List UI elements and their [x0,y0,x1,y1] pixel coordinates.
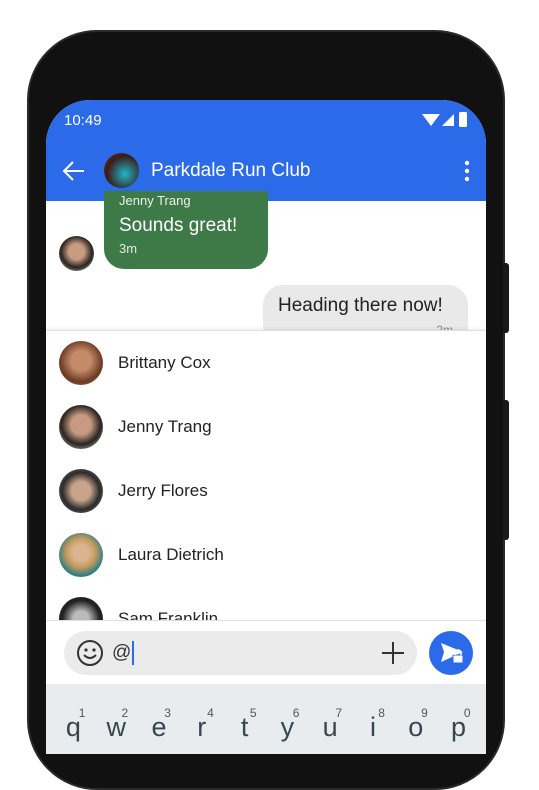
key-r[interactable]: 4r [182,684,222,754]
message-list: Jenny Trang Sounds great! 3m Heading the… [46,191,486,345]
mention-item[interactable]: Jenny Trang [46,395,486,459]
plus-icon[interactable] [381,641,405,665]
key-letter: t [240,712,249,742]
status-time: 10:49 [64,111,102,129]
send-button[interactable] [429,631,473,675]
key-number: 9 [421,706,428,720]
volume-button [503,263,509,333]
key-number: 5 [249,706,257,720]
status-icons [422,112,467,127]
message-input[interactable]: @ [64,631,417,675]
more-vert-icon[interactable] [464,160,470,182]
avatar [59,341,103,385]
message-time: 3m [119,241,138,256]
back-arrow-icon[interactable] [62,159,86,183]
text-caret [132,641,135,665]
signal-icon [442,114,454,126]
avatar [59,405,103,449]
status-bar: 10:49 [46,100,486,140]
mention-suggestions: Brittany Cox Jenny Trang Jerry Flores La… [46,330,486,620]
key-number: 2 [121,706,129,720]
composer-bar: @ [46,620,486,684]
key-number: 3 [164,706,171,720]
avatar [59,597,103,620]
mention-name: Jenny Trang [118,417,212,436]
key-u[interactable]: 7u [310,684,350,754]
message-sender: Jenny Trang [119,193,191,208]
key-number: 1 [78,706,86,720]
mention-name: Jerry Flores [118,481,208,500]
message-text: Sounds great! [119,215,238,236]
key-letter: i [369,712,376,742]
mention-item[interactable]: Brittany Cox [46,331,486,395]
mention-name: Laura Dietrich [118,545,224,564]
key-number: 8 [378,706,385,720]
send-lock-icon [441,643,464,664]
screen: 10:49 Parkdale Run Club Jenny Trang Soun… [46,100,486,754]
key-number: 0 [463,706,471,720]
mention-item[interactable]: Sam Franklin [46,587,486,620]
keyboard: 1q2w3e4r5t6y7u8i9o0p [46,684,486,754]
key-number: 7 [335,706,343,720]
key-y[interactable]: 6y [267,684,307,754]
mention-item[interactable]: Laura Dietrich [46,523,486,587]
key-t[interactable]: 5t [225,684,265,754]
chat-title[interactable]: Parkdale Run Club [151,160,464,182]
mention-name: Sam Franklin [118,609,219,620]
key-q[interactable]: 1q [53,684,93,754]
group-avatar[interactable] [104,153,139,188]
wifi-icon [422,114,440,126]
avatar [59,469,103,513]
mention-item[interactable]: Jerry Flores [46,459,486,523]
key-p[interactable]: 0p [439,684,479,754]
key-letter: r [197,712,207,742]
key-w[interactable]: 2w [96,684,136,754]
message-text: Heading there now! [278,295,443,316]
key-i[interactable]: 8i [353,684,393,754]
key-number: 6 [292,706,300,720]
input-value: @ [112,642,132,663]
key-e[interactable]: 3e [139,684,179,754]
key-number: 4 [207,706,214,720]
battery-icon [459,112,467,127]
mention-name: Brittany Cox [118,353,211,372]
power-button [503,400,509,540]
sender-avatar [59,236,94,271]
key-o[interactable]: 9o [396,684,436,754]
avatar [59,533,103,577]
emoji-icon[interactable] [76,639,104,667]
incoming-message[interactable]: Jenny Trang Sounds great! 3m [104,191,268,269]
